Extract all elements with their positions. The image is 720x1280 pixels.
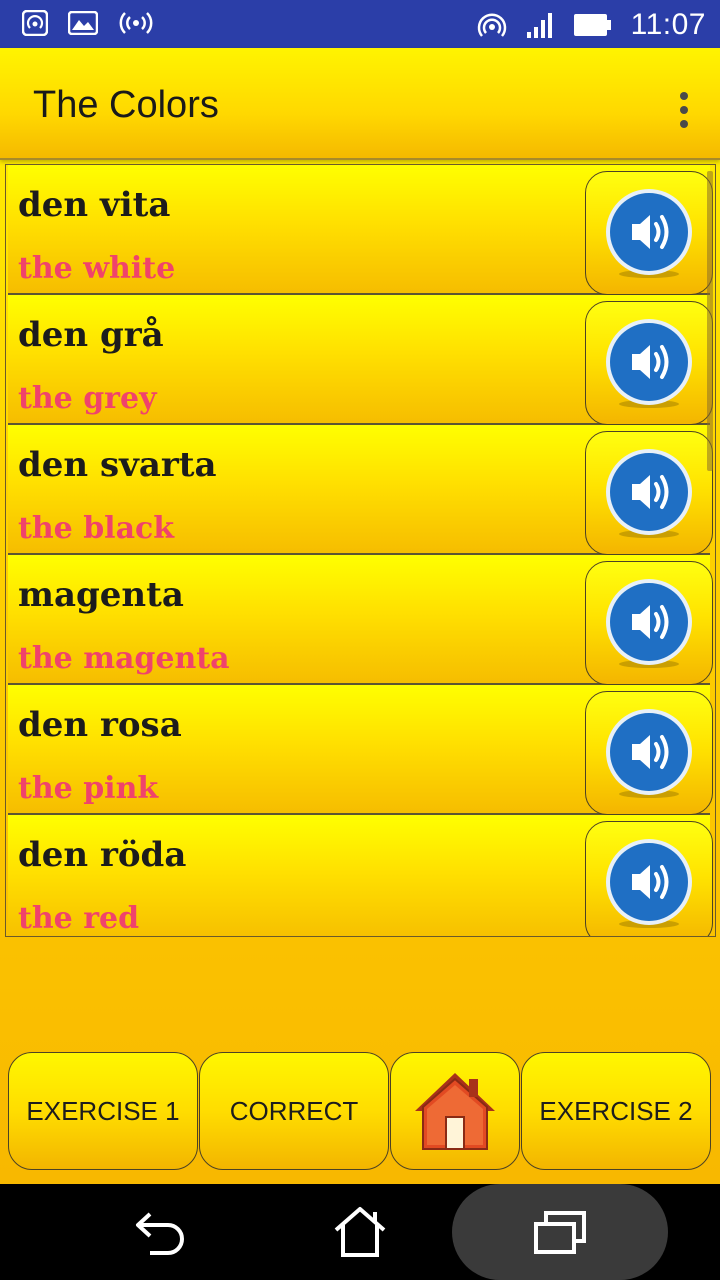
correct-button[interactable]: CORRECT <box>199 1052 389 1170</box>
home-button[interactable] <box>390 1052 520 1170</box>
speaker-icon <box>606 839 692 928</box>
swedish-word: magenta <box>18 575 184 615</box>
speaker-icon <box>606 319 692 408</box>
hotspot-icon <box>22 10 48 36</box>
wifi-hotspot-icon <box>477 13 506 37</box>
overflow-menu-icon[interactable] <box>678 92 690 128</box>
swedish-word: den vita <box>18 185 171 225</box>
nav-home-icon[interactable] <box>332 1206 388 1258</box>
status-icons-left <box>22 10 154 36</box>
back-icon[interactable] <box>134 1208 186 1256</box>
battery-icon <box>573 14 611 36</box>
list-item: den svarta the black <box>8 425 713 555</box>
play-audio-button[interactable] <box>585 431 713 555</box>
play-audio-button[interactable] <box>585 821 713 936</box>
speaker-icon <box>606 709 692 798</box>
speaker-icon <box>606 449 692 538</box>
play-audio-button[interactable] <box>585 171 713 295</box>
image-notification-icon <box>68 11 98 35</box>
status-bar: 11:07 <box>0 0 720 48</box>
list-item: den grå the grey <box>8 295 713 425</box>
exercise-2-button[interactable]: EXERCISE 2 <box>521 1052 711 1170</box>
vocabulary-list[interactable]: den vita the white den grå the grey den … <box>5 164 716 937</box>
list-item: magenta the magenta <box>8 555 713 685</box>
list-item: den röda the red <box>8 815 713 936</box>
page-title: The Colors <box>33 84 219 126</box>
swedish-word: den rosa <box>18 705 182 745</box>
english-translation: the magenta <box>18 641 230 676</box>
english-translation: the grey <box>18 381 157 416</box>
exercise-1-button[interactable]: EXERCISE 1 <box>8 1052 198 1170</box>
home-icon <box>415 1073 495 1150</box>
system-nav-bar <box>0 1184 720 1280</box>
list-item: den rosa the pink <box>8 685 713 815</box>
swedish-word: den grå <box>18 315 164 355</box>
speaker-icon <box>606 189 692 278</box>
english-translation: the red <box>18 901 140 936</box>
english-translation: the black <box>18 511 175 546</box>
swedish-word: den svarta <box>18 445 217 485</box>
app-bar: The Colors <box>0 48 720 160</box>
list-scrollbar[interactable] <box>707 171 713 471</box>
play-audio-button[interactable] <box>585 691 713 815</box>
play-audio-button[interactable] <box>585 301 713 425</box>
list-item: den vita the white <box>8 165 713 295</box>
english-translation: the white <box>18 251 176 286</box>
swedish-word: den röda <box>18 835 187 875</box>
status-icons-right: 11:07 <box>477 8 706 42</box>
recents-icon[interactable] <box>532 1210 588 1256</box>
signal-icon <box>526 13 552 38</box>
english-translation: the pink <box>18 771 159 806</box>
speaker-icon <box>606 579 692 668</box>
broadcast-icon <box>119 12 153 34</box>
app-content: The Colors den vita the white den grå th… <box>0 48 720 1184</box>
status-clock: 11:07 <box>630 8 706 41</box>
play-audio-button[interactable] <box>585 561 713 685</box>
